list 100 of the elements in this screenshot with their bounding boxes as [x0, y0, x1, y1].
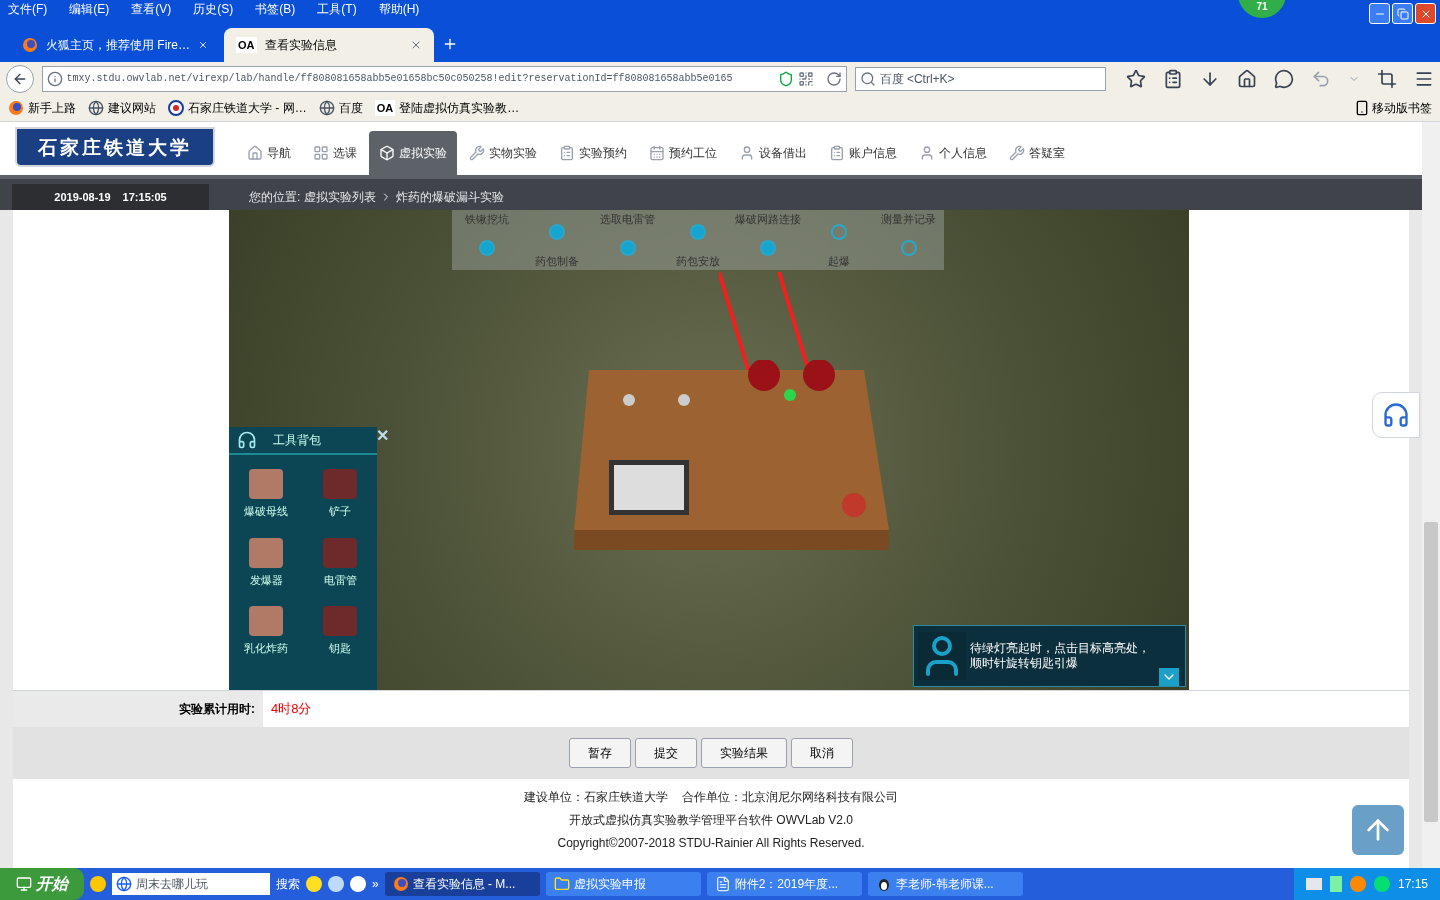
nav-tab[interactable]: 实物实验 — [459, 131, 547, 175]
bookmark-link[interactable]: 石家庄铁道大学 - 网… — [188, 99, 307, 117]
step-label: 爆破网路连接 — [735, 212, 802, 227]
breadcrumb-link[interactable]: 炸药的爆破漏斗实验 — [396, 188, 505, 206]
menu-item[interactable]: 历史(S) — [193, 0, 234, 18]
shield-icon[interactable] — [777, 70, 794, 87]
action-button[interactable]: 暂存 — [569, 738, 631, 768]
quick-launch-icon[interactable] — [90, 876, 106, 892]
nav-tab[interactable]: 虚拟实验 — [369, 131, 457, 175]
menu-item[interactable]: 工具(T) — [317, 0, 357, 18]
bookmark-link[interactable]: 登陆虚拟仿真实验教… — [399, 99, 520, 117]
step-marker[interactable] — [830, 223, 847, 240]
tool-item[interactable]: 钥匙 — [303, 606, 377, 657]
quick-launch-icon[interactable] — [328, 876, 344, 892]
bookmark-link[interactable]: 百度 — [338, 99, 363, 117]
footer-text: Copyright©2007-2018 STDU-Rainier All Rights Reserved. — [557, 834, 865, 852]
tray-icon[interactable] — [1373, 876, 1390, 892]
nav-tab[interactable]: 预约工位 — [639, 131, 727, 175]
action-button[interactable]: 取消 — [791, 738, 853, 768]
address-field[interactable]: tmxy.stdu.owvlab.net/virexp/lab/handle/ff808081658abb5e01658bc50c050258!edit?reservationId=ff808081658abb5e0165 — [41, 65, 847, 92]
collapse-button[interactable] — [1159, 668, 1179, 686]
menu-item[interactable]: 书签(B) — [255, 0, 296, 18]
mobile-bookmarks-link[interactable]: 移动版书签 — [1372, 99, 1432, 117]
taskbar-task[interactable]: 查看实验信息 - M... — [384, 872, 540, 896]
step-label: 起爆 — [827, 253, 850, 269]
close-icon[interactable] — [410, 39, 422, 51]
menu-item[interactable]: 编辑(E) — [69, 0, 110, 18]
undo-icon[interactable] — [1311, 68, 1331, 89]
tool-item[interactable]: 发爆器 — [229, 537, 303, 588]
info-icon[interactable] — [46, 70, 63, 87]
quick-launch-icon[interactable] — [350, 876, 366, 892]
folder-icon — [553, 876, 570, 892]
taskbar-task[interactable]: 李老师-韩老师课... — [867, 872, 1023, 896]
nav-tab[interactable]: 答疑室 — [999, 131, 1075, 175]
bookmark-link[interactable]: 新手上路 — [28, 99, 76, 117]
action-button[interactable]: 提交 — [635, 738, 697, 768]
home-icon[interactable] — [1237, 68, 1257, 89]
taskbar-search-field[interactable]: 周末去哪儿玩 — [112, 873, 270, 895]
tool-icon — [249, 469, 283, 499]
tool-item[interactable]: 铲子 — [303, 469, 377, 520]
step-marker[interactable] — [619, 240, 636, 257]
taskbar-search-button[interactable]: 搜索 — [276, 875, 300, 893]
close-button[interactable]: ✕ — [376, 424, 389, 448]
logo-banner[interactable]: 石家庄铁道大学 — [15, 127, 215, 167]
document-icon — [714, 876, 731, 892]
tool-item[interactable]: 电雷管 — [303, 537, 377, 588]
nav-icon — [313, 145, 329, 161]
taskbar-task[interactable]: 附件2：2019年度... — [706, 872, 862, 896]
firefox-icon — [392, 876, 409, 892]
bookmark-star-icon[interactable] — [1126, 68, 1146, 89]
step-marker[interactable] — [690, 223, 706, 240]
step-marker[interactable] — [760, 240, 777, 257]
reload-icon[interactable] — [825, 70, 842, 87]
menu-item[interactable]: 查看(V) — [131, 0, 172, 18]
scrollbar[interactable] — [1422, 122, 1440, 868]
nav-tab[interactable]: 导航 — [237, 131, 301, 175]
back-to-top-button[interactable] — [1352, 805, 1404, 855]
tool-item[interactable]: 爆破母线 — [229, 469, 303, 520]
browser-tab[interactable]: OA 查看实验信息 — [224, 28, 434, 62]
crop-icon[interactable] — [1377, 68, 1397, 89]
close-button[interactable] — [1415, 3, 1436, 24]
back-button[interactable] — [6, 64, 34, 93]
tray-icon[interactable] — [1329, 876, 1342, 892]
more-icon[interactable]: » — [372, 875, 379, 893]
nav-tab[interactable]: 选课 — [303, 131, 367, 175]
close-icon[interactable] — [198, 39, 208, 51]
step-marker[interactable] — [900, 240, 917, 257]
nav-tab[interactable]: 设备借出 — [729, 131, 817, 175]
footer-text: 开放式虚拟仿真实验教学管理平台软件 OWVLab V2.0 — [568, 811, 853, 829]
taskbar-task[interactable]: 虚拟实验申报 — [545, 872, 701, 896]
notification-badge: 71 — [1238, 0, 1286, 18]
bookmark-link[interactable]: 建议网站 — [108, 99, 156, 117]
chat-bubble-icon[interactable] — [1274, 68, 1294, 89]
restore-button[interactable] — [1392, 3, 1413, 24]
step-marker[interactable] — [479, 240, 496, 257]
minimize-button[interactable] — [1369, 3, 1390, 24]
elapsed-label: 实验累计用时: — [13, 691, 263, 727]
tool-icon — [323, 537, 357, 568]
action-button[interactable]: 实验结果 — [701, 738, 787, 768]
breadcrumb-link[interactable]: 虚拟实验列表 — [304, 188, 377, 206]
new-tab-icon[interactable] — [442, 36, 458, 52]
menu-item[interactable]: 帮助(H) — [378, 0, 420, 18]
scene-viewport[interactable]: 铁锹挖坑 药包制备 选取电雷管 药包安放 爆破网路连接 起爆 测量并记录 工具背包 爆破母线 铲子 发爆器 电雷管 乳化炸药 钥匙 ✕ 待绿灯亮起时，点击目标高亮处，顺时针旋转钥匙引爆 — [229, 210, 1189, 690]
qr-code-icon[interactable] — [797, 70, 814, 87]
quick-launch-icon[interactable] — [306, 876, 322, 892]
menu-item[interactable]: 文件(F) — [8, 0, 48, 18]
start-button[interactable]: 开始 — [0, 868, 84, 900]
firefox-icon — [8, 100, 24, 116]
tray-icon[interactable] — [1305, 878, 1322, 890]
nav-icon — [559, 145, 575, 161]
search-field[interactable]: 百度 <Ctrl+K> — [854, 66, 1106, 91]
reading-list-icon[interactable] — [1163, 68, 1183, 89]
browser-tab[interactable]: 火狐主页，推荐使用 Fire… — [10, 28, 220, 62]
nav-tab[interactable]: 账户信息 — [819, 131, 907, 175]
support-button[interactable] — [1372, 392, 1420, 438]
step-marker[interactable] — [549, 223, 566, 240]
nav-tab[interactable]: 实验预约 — [549, 131, 637, 175]
tool-item[interactable]: 乳化炸药 — [229, 606, 303, 657]
nav-label: 实验预约 — [579, 145, 627, 162]
nav-tab[interactable]: 个人信息 — [909, 131, 997, 175]
